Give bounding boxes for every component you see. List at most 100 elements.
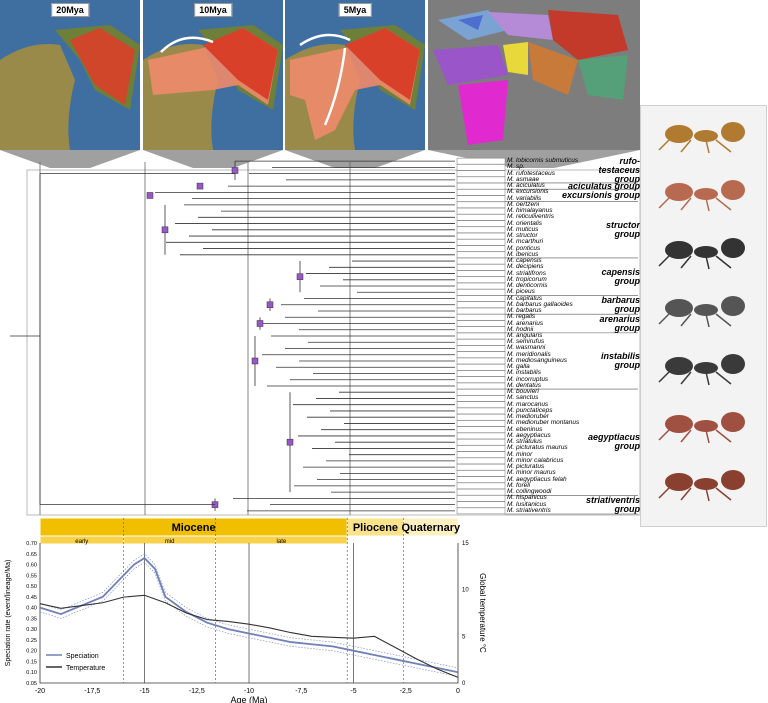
range-matrix-row <box>456 507 506 515</box>
range-matrix-row <box>456 264 506 271</box>
ancestral-range-node <box>286 438 294 446</box>
range-matrix-row <box>456 182 506 190</box>
ant-photo <box>658 412 745 444</box>
y-tick-label: 0.45 <box>26 595 37 601</box>
range-matrix-row <box>456 407 506 415</box>
range-matrix-row <box>456 257 506 265</box>
x-tick-label: -10 <box>244 688 254 695</box>
map-label: 5Mya <box>338 3 372 17</box>
ant-photo <box>658 238 745 270</box>
y-tick-label: 0.35 <box>26 616 37 622</box>
range-matrix-row <box>456 157 506 165</box>
map-connector <box>0 150 140 168</box>
y-tick-label: 0.10 <box>26 670 37 676</box>
range-matrix-row <box>456 482 506 490</box>
y2-tick-label: 10 <box>462 588 469 594</box>
group-label: striativentris group <box>585 494 640 514</box>
range-matrix-row <box>456 195 506 202</box>
y-tick-label: 0.40 <box>26 606 37 612</box>
range-matrix-row <box>456 270 506 277</box>
ant-photo <box>658 180 745 212</box>
range-matrix-row <box>456 495 506 502</box>
map-label: 20Mya <box>51 3 89 17</box>
map-10mya-drawing <box>143 25 283 150</box>
range-matrix-row <box>456 376 506 383</box>
epoch-label: Quaternary <box>401 522 461 534</box>
range-matrix-row <box>456 207 506 215</box>
y-tick-label: 0.70 <box>26 541 37 547</box>
x-tick-label: -5 <box>350 688 356 695</box>
epoch-label: Pliocene <box>353 522 398 534</box>
range-matrix-row <box>456 314 506 321</box>
ancestral-range-node <box>196 182 204 190</box>
range-matrix-row <box>456 501 506 508</box>
range-matrix-row <box>456 301 506 309</box>
range-matrix-row <box>456 214 506 221</box>
y-tick-label: 0.65 <box>26 552 37 558</box>
range-matrix-row <box>456 239 506 246</box>
group-label: excursionis group <box>561 189 640 200</box>
range-matrix-row <box>456 432 506 440</box>
subepoch-label: early <box>75 539 88 545</box>
ancestral-range-node <box>161 226 169 234</box>
range-matrix-row <box>456 426 506 433</box>
range-matrix-row <box>456 332 506 340</box>
speciation-temperature-chart: Miocene Pliocene Quaternary early mid late -20… <box>5 517 487 703</box>
ancestral-range-node <box>251 357 259 365</box>
group-label: capensis group <box>601 266 640 286</box>
range-matrix-row <box>456 320 506 327</box>
ancestral-range-node <box>146 192 154 199</box>
map-10mya: 10Mya <box>143 0 283 150</box>
map-5mya: 5Mya <box>285 0 425 150</box>
y2-axis-label: Global temperature °C <box>478 573 487 653</box>
ant-photo-panel <box>640 105 767 527</box>
range-matrix-row <box>456 445 506 452</box>
range-matrix-row <box>456 370 506 377</box>
range-matrix-row <box>456 295 506 302</box>
y-tick-label: 0.60 <box>26 563 37 569</box>
map-connector <box>143 150 283 168</box>
y-tick-label: 0.50 <box>26 584 37 590</box>
x-tick-label: -12,5 <box>189 688 205 695</box>
x-tick-label: 0 <box>456 688 460 695</box>
legend-label: Temperature <box>66 665 105 672</box>
ancestral-range-node <box>256 320 264 327</box>
range-matrix-row <box>456 164 506 171</box>
legend-label: Speciation <box>66 653 99 660</box>
range-matrix-row <box>456 363 506 371</box>
range-matrix-row <box>456 326 506 334</box>
y2-tick-label: 15 <box>462 541 469 547</box>
y-axis-label: Speciation rate (event/lineage/Ma) <box>5 560 12 667</box>
map-biogeographic-regions <box>428 0 640 150</box>
range-matrix-row <box>456 420 506 427</box>
range-matrix-row <box>456 438 506 446</box>
range-matrix-row <box>456 382 506 390</box>
map-label: 10Mya <box>194 3 232 17</box>
y2-tick-label: 0 <box>462 681 466 687</box>
group-label: instabilis group <box>600 350 640 370</box>
range-matrix-row <box>456 307 506 315</box>
group-label: barbarus group <box>601 294 640 314</box>
y-tick-label: 0.05 <box>26 681 37 687</box>
epoch-label: Miocene <box>172 522 216 534</box>
range-matrix-row <box>456 388 506 396</box>
range-matrix-row <box>456 276 506 284</box>
map-20mya: 20Mya <box>0 0 140 150</box>
x-tick-label: -20 <box>35 688 45 695</box>
regions-drawing <box>428 0 640 150</box>
range-matrix-row <box>456 220 506 227</box>
range-matrix-row <box>456 232 506 240</box>
range-matrix-row <box>456 289 506 296</box>
y-tick-label: 0.25 <box>26 638 37 644</box>
range-matrix-row <box>456 201 506 209</box>
range-matrix-row <box>456 476 506 483</box>
y-tick-label: 0.55 <box>26 573 37 579</box>
map-5mya-drawing <box>285 25 425 150</box>
ant-photo <box>658 122 745 154</box>
x-axis-label: Age (Ma) <box>230 695 267 703</box>
range-matrix-row <box>456 338 506 346</box>
range-matrix-row <box>456 176 506 184</box>
range-matrix-row <box>456 401 506 408</box>
subepoch-label: late <box>277 539 287 545</box>
range-matrix-row <box>456 451 506 458</box>
